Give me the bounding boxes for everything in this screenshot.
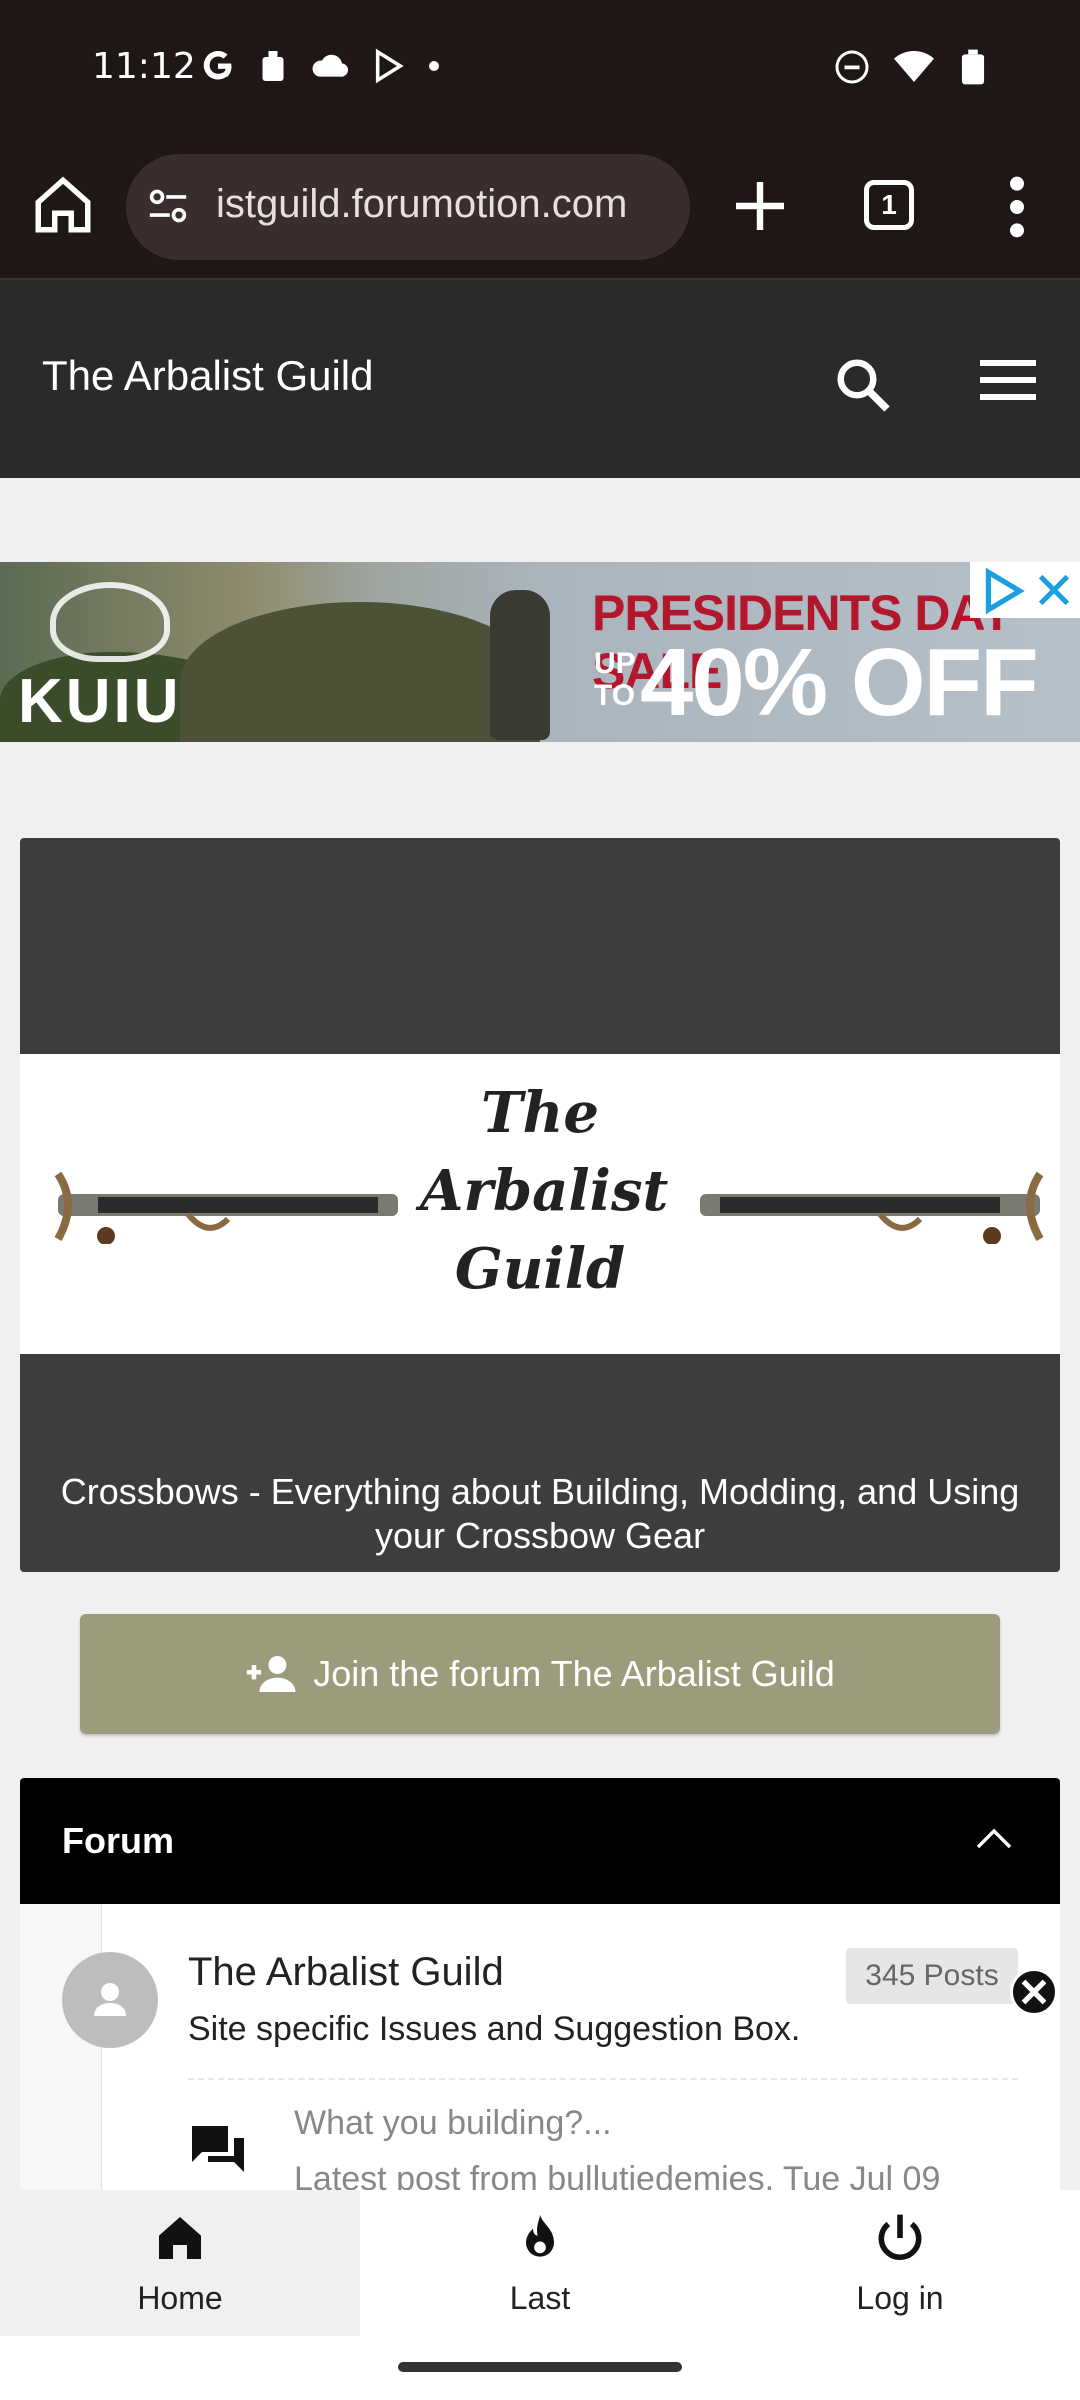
nav-home[interactable]: Home — [0, 2190, 360, 2336]
status-bar: 11:12 — [0, 0, 1080, 138]
url-text[interactable]: istguild.forumotion.com — [216, 182, 676, 227]
new-tab-icon[interactable] — [728, 174, 792, 238]
site-settings-icon[interactable] — [146, 186, 190, 226]
nav-last-label: Last — [509, 2280, 571, 2316]
home-icon — [159, 2217, 201, 2259]
crossbow-left-image — [54, 1171, 398, 1244]
forum-logo-text: The Arbalist Guild — [420, 1074, 669, 1308]
adchoices-icon[interactable] — [978, 566, 1028, 616]
logo-line-3: Guild — [454, 1236, 626, 1302]
ad-logo-mark — [50, 582, 170, 662]
forum-avatar — [62, 1952, 158, 2048]
join-forum-label: Join the forum The Arbalist Guild — [313, 1653, 835, 1694]
ad-offer: 40% OFF — [640, 629, 1039, 736]
nav-login-label: Log in — [856, 2280, 944, 2316]
site-title[interactable]: The Arbalist Guild — [42, 352, 374, 400]
notification-icons — [200, 48, 440, 84]
dnd-icon — [835, 50, 869, 84]
user-icon — [94, 1983, 126, 2016]
search-icon[interactable] — [832, 354, 892, 414]
logo-line-1: The — [480, 1080, 599, 1146]
browser-menu-icon[interactable] — [1002, 172, 1032, 242]
forum-category-title: Forum — [62, 1820, 174, 1861]
forum-name-link[interactable]: The Arbalist Guild — [188, 1950, 504, 1995]
flame-icon — [526, 2214, 554, 2257]
close-overlay-button[interactable] — [1010, 1968, 1058, 2016]
subforum-chat-icon — [192, 2126, 244, 2172]
join-forum-button[interactable]: Join the forum The Arbalist Guild — [80, 1614, 1000, 1734]
play-store-icon — [375, 48, 404, 84]
browser-toolbar: istguild.forumotion.com 1 — [0, 138, 1080, 280]
logo-line-2: Arbalist — [420, 1158, 669, 1224]
battery-saver-icon — [262, 51, 284, 81]
ad-upto: UP TO — [594, 647, 636, 712]
ad-hunter-figure — [490, 590, 550, 740]
crossbow-right-image — [700, 1171, 1044, 1244]
status-time: 11:12 — [92, 46, 196, 87]
latest-post-info[interactable]: Latest post from bullutiedemies, Tue Jul… — [294, 2160, 940, 2190]
subforum-link[interactable]: What you building?... — [294, 2104, 612, 2143]
nav-login[interactable]: Log in — [720, 2190, 1080, 2336]
ad-rock — [180, 602, 540, 742]
address-bar[interactable]: istguild.forumotion.com — [126, 154, 690, 260]
site-header: The Arbalist Guild — [0, 280, 1080, 478]
hamburger-menu-icon[interactable] — [980, 358, 1036, 402]
close-icon[interactable] — [1013, 1971, 1055, 2013]
system-icons — [834, 48, 988, 86]
forum-category-header[interactable]: Forum — [20, 1778, 1060, 1904]
ad-choices[interactable] — [970, 562, 1080, 618]
bottom-navigation: Home Last Log in — [0, 2190, 1080, 2336]
power-icon — [878, 2214, 922, 2261]
ad-brand: KUIU — [18, 667, 182, 736]
browser-home-icon[interactable] — [30, 172, 96, 238]
google-icon — [203, 51, 232, 80]
nav-last[interactable]: Last — [360, 2190, 720, 2336]
add-user-icon — [246, 1656, 296, 1692]
forum-tagline: Crossbows - Everything about Building, M… — [60, 1471, 1020, 1556]
wifi-icon — [894, 51, 934, 82]
gesture-bar-area — [0, 2336, 1080, 2400]
chevron-up-icon[interactable] — [974, 1824, 1014, 1854]
forum-banner-image: The Arbalist Guild — [20, 1054, 1060, 1354]
ad-close-icon[interactable] — [1034, 570, 1074, 610]
battery-icon — [961, 49, 985, 85]
home-gesture-bar[interactable] — [398, 2362, 682, 2372]
forum-description: Site specific Issues and Suggestion Box. — [188, 2010, 801, 2048]
forum-hero: The Arbalist Guild Crossbows - Everythin… — [20, 838, 1060, 1572]
advertisement-banner[interactable]: KUIU PRESIDENTS DAY SALE UP TO 40% OFF — [0, 562, 1080, 742]
cloud-icon — [312, 54, 349, 77]
dot-icon — [429, 61, 439, 71]
tab-switcher-button[interactable]: 1 — [864, 180, 914, 230]
posts-count-badge: 345 Posts — [846, 1948, 1018, 2004]
nav-home-label: Home — [137, 2280, 223, 2316]
forum-divider — [188, 2078, 1018, 2080]
forum-list: The Arbalist Guild 345 Posts Site specif… — [20, 1904, 1060, 2190]
